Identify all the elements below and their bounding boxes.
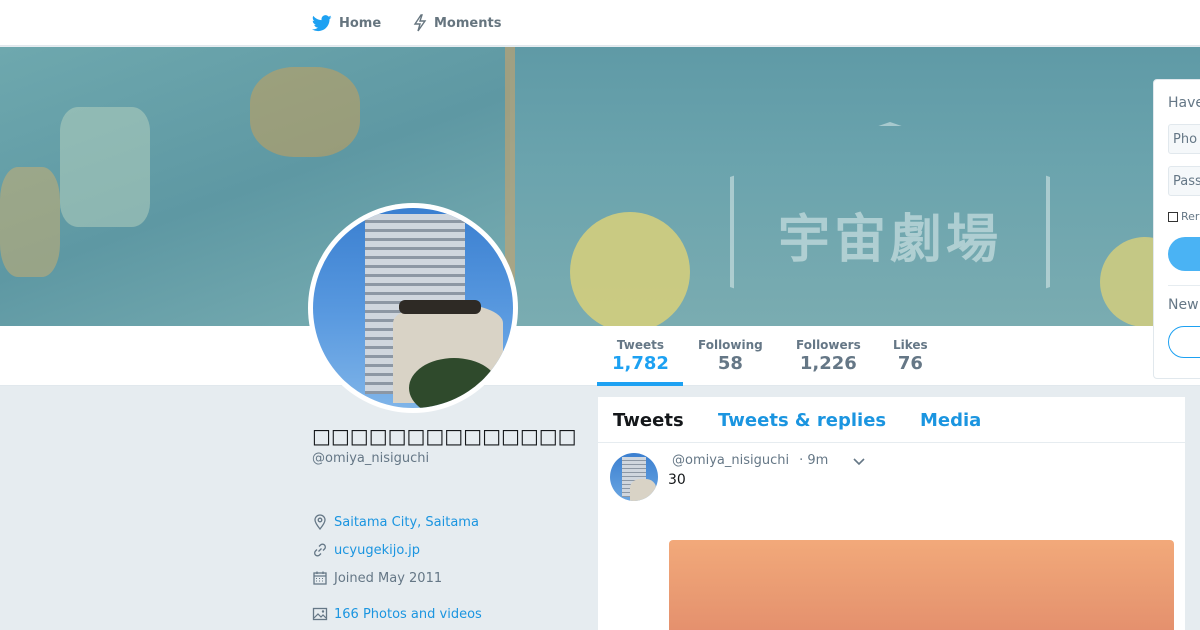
link-icon xyxy=(312,542,330,558)
avatar-drum xyxy=(630,479,656,501)
banner-figure xyxy=(0,167,60,277)
tab-media[interactable]: Media xyxy=(920,410,981,431)
tweet[interactable]: @omiya_nisiguchi · 9m 30 xyxy=(598,443,1185,630)
active-tab-indicator xyxy=(597,382,683,386)
location-pin-icon xyxy=(312,514,330,530)
lightning-icon xyxy=(413,14,427,32)
timeline-tabs: Tweets Tweets & replies Media xyxy=(598,397,1185,443)
profile-handle: @omiya_nisiguchi xyxy=(312,451,430,466)
banner-figure xyxy=(250,67,360,157)
nav-moments-label: Moments xyxy=(434,15,502,31)
login-dropdown: Have Pho Pass Rer New xyxy=(1153,79,1200,379)
tweet-header: @omiya_nisiguchi · 9m xyxy=(672,453,866,468)
profile-nav: Tweets 1,782 Following 58 Followers 1,22… xyxy=(0,326,1200,386)
photos-link[interactable]: 166 Photos and videos xyxy=(334,607,482,622)
avatar-sign xyxy=(399,300,481,314)
login-button[interactable] xyxy=(1168,237,1200,271)
calendar-icon xyxy=(312,570,330,586)
joined-text: Joined May 2011 xyxy=(334,570,443,586)
profile-url: ucyugekijo.jp xyxy=(312,542,420,558)
nav-home[interactable]: Home xyxy=(312,0,381,46)
profile-photos: 166 Photos and videos xyxy=(312,606,482,622)
stat-label: Tweets xyxy=(616,338,665,352)
avatar[interactable] xyxy=(308,203,518,413)
stat-label: Following xyxy=(698,338,763,352)
banner-sign-text: 宇宙劇場 xyxy=(777,210,1002,270)
stat-value: 76 xyxy=(897,353,923,374)
stat-likes[interactable]: Likes 76 xyxy=(893,338,928,374)
profile-name: □□□□□□□□□□□□□□ xyxy=(312,424,577,448)
tweet-handle[interactable]: @omiya_nisiguchi xyxy=(672,453,789,468)
chevron-down-icon[interactable] xyxy=(852,456,866,466)
remember-label: Rer xyxy=(1181,210,1200,223)
phone-field[interactable]: Pho xyxy=(1168,124,1200,154)
tweet-media-image[interactable] xyxy=(669,540,1174,630)
image-icon xyxy=(312,606,330,622)
login-title: Have xyxy=(1168,95,1200,111)
stat-following[interactable]: Following 58 xyxy=(698,338,763,374)
stat-tweets[interactable]: Tweets 1,782 xyxy=(612,338,669,374)
location-link[interactable]: Saitama City, Saitama xyxy=(334,515,479,530)
nav-moments[interactable]: Moments xyxy=(413,0,501,46)
avatar-image xyxy=(313,208,513,408)
password-field[interactable]: Pass xyxy=(1168,166,1200,196)
twitter-bird-icon xyxy=(312,14,332,32)
tab-tweets-replies[interactable]: Tweets & replies xyxy=(718,410,886,431)
banner-figure xyxy=(60,107,150,227)
new-user-label: New xyxy=(1168,297,1199,313)
profile-banner: 宇宙劇場 xyxy=(0,47,1200,326)
stat-label: Followers xyxy=(796,338,861,352)
stat-value: 1,226 xyxy=(799,353,857,374)
profile-location: Saitama City, Saitama xyxy=(312,514,479,530)
profile-joined: Joined May 2011 xyxy=(312,570,442,586)
timeline: Tweets Tweets & replies Media @omiya_nis… xyxy=(598,397,1185,630)
stat-value: 58 xyxy=(717,353,743,374)
signup-button[interactable] xyxy=(1168,326,1200,358)
remember-me[interactable]: Rer xyxy=(1168,210,1199,223)
top-nav: Home Moments xyxy=(0,0,1200,46)
website-link[interactable]: ucyugekijo.jp xyxy=(334,543,420,558)
nav-home-label: Home xyxy=(339,15,382,31)
divider xyxy=(1168,285,1200,286)
stat-label: Likes xyxy=(893,338,928,352)
remember-checkbox[interactable] xyxy=(1168,211,1178,222)
banner-moon xyxy=(570,212,690,326)
tweet-avatar[interactable] xyxy=(610,453,658,501)
tab-tweets[interactable]: Tweets xyxy=(613,410,684,431)
stat-value: 1,782 xyxy=(612,353,669,374)
stat-followers[interactable]: Followers 1,226 xyxy=(796,338,861,374)
tweet-time[interactable]: · 9m xyxy=(799,453,828,468)
tweet-text: 30 xyxy=(668,472,686,488)
